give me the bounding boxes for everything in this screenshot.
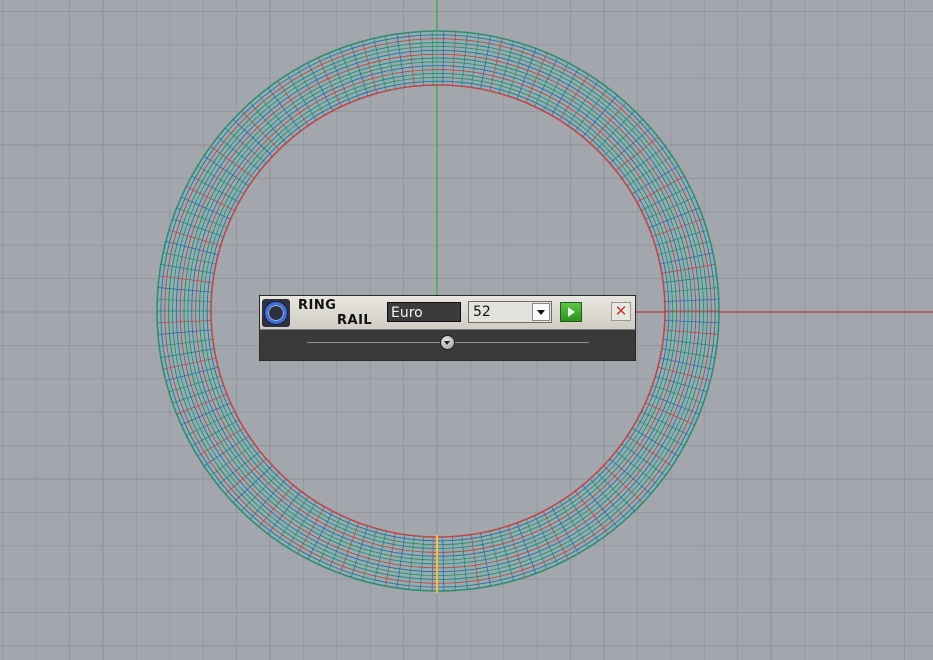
close-icon[interactable]: ✕ [611,302,631,321]
ring-size-select[interactable]: 52 [468,301,552,323]
panel-title-line1: RING [298,298,337,313]
ring-rail-panel: RING RAIL Euro 52 ✕ [260,296,635,360]
chevron-down-icon[interactable] [532,303,550,321]
panel-title-line2: RAIL [337,313,373,328]
ring-size-value: 52 [473,304,491,320]
size-slider-thumb[interactable] [440,335,455,350]
play-icon[interactable] [560,302,582,322]
size-system-field[interactable]: Euro [387,302,461,322]
panel-toolbar: RING RAIL Euro 52 ✕ [260,296,635,330]
ring-icon [262,299,290,327]
